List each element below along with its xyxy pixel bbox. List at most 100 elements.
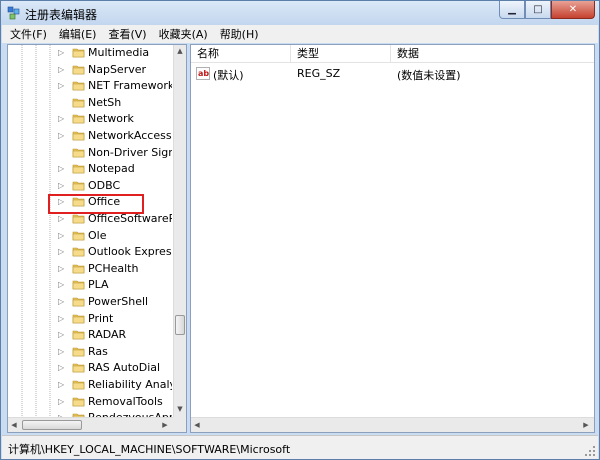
office-highlight-box — [48, 194, 144, 214]
expand-arrow-icon[interactable]: ▷ — [58, 281, 66, 289]
scroll-down-icon[interactable]: ▼ — [174, 403, 186, 416]
tree-item-label: RADAR — [88, 328, 127, 342]
column-header-name[interactable]: 名称 — [191, 45, 291, 63]
folder-icon — [72, 281, 85, 290]
tree-item-netsh[interactable]: NetSh — [8, 95, 172, 111]
tree-item-networkaccesspr[interactable]: ▷ NetworkAccessPr — [8, 128, 172, 144]
registry-editor-icon — [7, 6, 20, 20]
folder-icon — [72, 380, 85, 390]
menu-help[interactable]: 帮助(H) — [214, 26, 265, 42]
tree-item-reliability-analysis[interactable]: ▷ Reliability Analysis — [8, 377, 172, 393]
caption-buttons: ▁ □ ✕ — [499, 1, 595, 21]
expand-arrow-icon[interactable]: ▷ — [58, 49, 66, 57]
expand-arrow-icon[interactable]: ▷ — [58, 82, 66, 90]
tree-vertical-scrollbar[interactable]: ▲ ▼ — [173, 45, 186, 417]
menu-view[interactable]: 查看(V) — [102, 26, 152, 42]
tree-item-network[interactable]: ▷ Network — [8, 111, 172, 127]
expand-arrow-icon[interactable]: ▷ — [58, 215, 66, 223]
expand-arrow-icon[interactable]: ▷ — [58, 331, 66, 339]
tree-item-odbc[interactable]: ▷ ODBC — [8, 178, 172, 194]
tree-item-notepad[interactable]: ▷ Notepad — [8, 161, 172, 177]
tree-item-ras-autodial[interactable]: ▷ RAS AutoDial — [8, 360, 172, 376]
tree-item-non-driver-signin[interactable]: Non-Driver Signin — [8, 145, 172, 161]
tree-item-napserver[interactable]: ▷ NapServer — [8, 62, 172, 78]
tree-item-label: Print — [88, 311, 114, 325]
tree-item-ole[interactable]: ▷ Ole — [8, 228, 172, 244]
scrollbar-corner — [173, 417, 186, 432]
expand-arrow-icon[interactable]: ▷ — [58, 115, 66, 123]
list-horizontal-scrollbar[interactable]: ◀ ▶ — [191, 417, 594, 432]
folder-icon — [72, 181, 85, 191]
maximize-button[interactable]: □ — [525, 1, 551, 19]
expand-arrow-icon[interactable]: ▷ — [58, 364, 66, 372]
menu-file[interactable]: 文件(F) — [4, 26, 53, 42]
expand-arrow-icon[interactable]: ▷ — [58, 65, 66, 74]
scroll-left-icon[interactable]: ◀ — [191, 419, 203, 432]
title-bar[interactable]: 注册表编辑器 ▁ □ ✕ — [1, 1, 599, 25]
expand-arrow-icon[interactable]: ▷ — [58, 181, 66, 190]
tree-item-label: ODBC — [88, 178, 121, 192]
menu-favorites[interactable]: 收藏夹(A) — [153, 26, 214, 42]
tree-item-powershell[interactable]: ▷ PowerShell — [8, 294, 172, 310]
tree-item-pla[interactable]: ▷ PLA — [8, 277, 172, 293]
expand-arrow-icon[interactable]: ▷ — [58, 132, 66, 140]
expand-arrow-icon[interactable]: ▷ — [58, 165, 66, 173]
tree-item-outlook-express[interactable]: ▷ Outlook Express — [8, 244, 172, 260]
folder-icon — [72, 231, 85, 240]
expand-arrow-icon[interactable]: ▷ — [58, 298, 66, 306]
tree-item-net-framework-s[interactable]: ▷ NET Framework S — [8, 78, 172, 94]
close-button[interactable]: ✕ — [551, 1, 595, 19]
folder-icon — [72, 247, 85, 257]
tree-horizontal-scrollbar[interactable]: ◀ ▶ — [8, 417, 173, 432]
scroll-right-icon[interactable]: ▶ — [580, 419, 592, 432]
minimize-button[interactable]: ▁ — [499, 1, 525, 19]
expand-arrow-icon[interactable]: ▷ — [58, 314, 66, 323]
menu-edit[interactable]: 编辑(E) — [53, 26, 103, 42]
expand-arrow-icon[interactable]: ▷ — [58, 231, 66, 240]
tree-item-label: Multimedia — [88, 46, 150, 59]
value-data: (数值未设置) — [397, 69, 461, 82]
tree-item-label: Network — [88, 112, 134, 126]
tree-horizontal-scroll-thumb[interactable] — [22, 420, 82, 430]
scroll-right-icon[interactable]: ▶ — [159, 419, 171, 432]
folder-icon — [72, 214, 85, 224]
window-title: 注册表编辑器 — [25, 8, 98, 22]
value-name: (默认) — [213, 69, 244, 82]
close-icon: ✕ — [568, 4, 578, 15]
tree-item-pchealth[interactable]: ▷ PCHealth — [8, 261, 172, 277]
expand-arrow-icon[interactable]: ▷ — [58, 347, 66, 356]
column-header-type[interactable]: 类型 — [291, 45, 391, 63]
tree-item-label: RemovalTools — [88, 394, 163, 408]
expand-arrow-icon[interactable]: ▷ — [58, 381, 66, 389]
folder-icon — [72, 347, 85, 357]
tree-item-radar[interactable]: ▷ RADAR — [8, 327, 172, 343]
expand-arrow-icon[interactable]: ▷ — [58, 264, 66, 273]
folder-icon — [72, 65, 85, 74]
tree-item-label: PowerShell — [88, 295, 149, 308]
tree-item-removaltools[interactable]: ▷ RemovalTools — [8, 394, 172, 410]
tree-item-ras[interactable]: ▷ Ras — [8, 344, 172, 360]
tree-item-multimedia[interactable]: ▷ Multimedia — [8, 45, 172, 61]
resize-grip-icon[interactable] — [584, 445, 596, 457]
expand-arrow-icon[interactable]: ▷ — [58, 397, 66, 406]
folder-icon — [72, 314, 85, 323]
folder-icon — [72, 330, 85, 340]
tree-item-label: Outlook Express — [88, 245, 172, 259]
list-header: 名称 类型 数据 — [191, 45, 594, 63]
folder-icon — [72, 164, 85, 174]
tree-vertical-scroll-thumb[interactable] — [175, 315, 185, 335]
list-item[interactable]: ab (默认) REG_SZ (数值未设置) — [191, 66, 594, 82]
folder-icon — [72, 48, 85, 58]
tree-item-print[interactable]: ▷ Print — [8, 311, 172, 327]
key-tree-pane[interactable]: ▷ Multimedia ▷ NapServer ▷ NET Framework S Net… — [7, 44, 187, 433]
tree-item-label: NetSh — [88, 95, 122, 109]
column-header-data[interactable]: 数据 — [391, 45, 594, 63]
menu-bar: 文件(F) 编辑(E) 查看(V) 收藏夹(A) 帮助(H) — [2, 25, 598, 43]
values-list-pane[interactable]: 名称 类型 数据 ab (默认) REG_SZ (数值未设置) ◀ ▶ — [190, 44, 595, 433]
scroll-left-icon[interactable]: ◀ — [8, 419, 20, 432]
folder-icon — [72, 264, 85, 274]
expand-arrow-icon[interactable]: ▷ — [58, 248, 66, 256]
scroll-up-icon[interactable]: ▲ — [174, 45, 186, 58]
tree-item-label: NetworkAccessPr — [88, 129, 172, 142]
folder-icon — [72, 364, 85, 373]
